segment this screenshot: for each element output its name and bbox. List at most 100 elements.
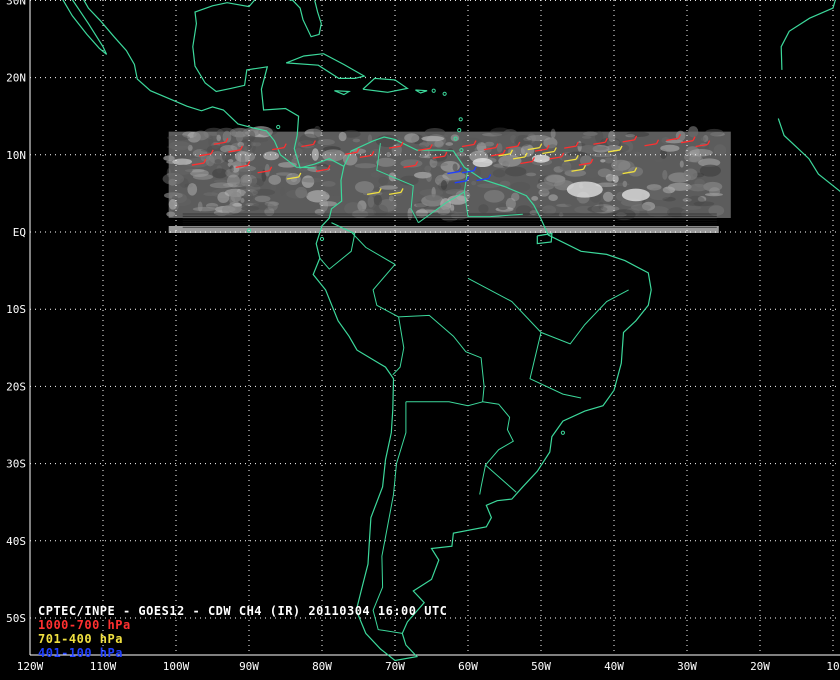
lon-label: 40W: [604, 660, 624, 673]
lon-label: 50W: [531, 660, 551, 673]
lat-lon-grid: [29, 0, 840, 656]
cloud-patch: [683, 163, 697, 168]
cloud-patch: [373, 204, 388, 217]
cloud-patch: [526, 135, 551, 142]
cloud-patch: [662, 169, 668, 180]
cloud-patch: [424, 165, 432, 173]
border-argentina-bolivia: [405, 401, 483, 407]
cloud-patch: [679, 160, 684, 168]
cloud-patch: [313, 125, 322, 138]
cloud-patch: [452, 163, 458, 172]
lon-label: 110W: [90, 660, 117, 673]
cloud-patch: [354, 163, 377, 169]
cloud-patch: [337, 166, 342, 177]
baja-california: [62, 0, 108, 55]
legend-low-level: 1000-700 hPa: [38, 618, 131, 632]
cloud-patch: [625, 133, 636, 138]
border-paraguay-brazil: [482, 401, 517, 493]
cloud-patch: [604, 157, 614, 164]
border-brazil-states-2: [529, 332, 582, 399]
border-brazil-states: [467, 277, 629, 345]
cloud-patch: [163, 155, 175, 162]
cloud-patch: [352, 138, 361, 143]
lon-label: 70W: [385, 660, 405, 673]
cloud-patch: [192, 206, 217, 212]
cloud-patch: [700, 137, 706, 142]
cloud-patch: [373, 194, 383, 206]
cloud-patch: [709, 187, 721, 196]
cloud-patch: [581, 135, 592, 139]
cloud-patch: [248, 130, 256, 142]
cloud-patch: [370, 171, 381, 178]
cloud-patch: [280, 187, 285, 196]
cloud-patch: [681, 205, 702, 210]
legend-high-level: 401-100 hPa: [38, 646, 123, 660]
cloud-patch: [626, 150, 637, 156]
cloud-patch: [683, 168, 698, 181]
cloud-patch: [445, 142, 454, 146]
coastlines-borders: [62, 0, 840, 662]
cloud-patch: [705, 128, 724, 136]
cloud-bright: [472, 158, 493, 168]
cloud-patch: [338, 131, 347, 142]
cloud-patch: [216, 134, 222, 142]
cloud-patch: [608, 182, 630, 187]
cloud-patch: [504, 166, 527, 177]
island: [276, 124, 281, 130]
cloud-patch: [584, 168, 600, 179]
legend-mid-level: 701-400 hPa: [38, 632, 123, 646]
lon-label: 60W: [458, 660, 478, 673]
cloud-patch: [630, 204, 652, 211]
cuba: [285, 53, 366, 79]
cloud-patch: [208, 134, 214, 147]
cloud-patch: [610, 168, 624, 177]
cloud-patch: [536, 181, 555, 191]
cloud-patch: [531, 196, 539, 201]
cloud-patch: [317, 139, 335, 146]
africa-west: [777, 118, 840, 193]
cloud-bright: [566, 181, 603, 198]
cloud-patch: [647, 187, 672, 201]
cloud-patch: [434, 140, 444, 148]
lat-label: EQ: [13, 226, 26, 239]
map-title: CPTEC/INPE - GOES12 - CDW CH4 (IR) 20110…: [38, 604, 448, 618]
cloud-patch: [321, 180, 336, 187]
cloud-patch: [267, 201, 278, 211]
island: [442, 91, 447, 96]
lat-label: 30N: [6, 0, 26, 7]
lat-label: 20N: [6, 72, 26, 85]
cloud-bright: [621, 188, 650, 202]
cloud-patch: [602, 191, 614, 202]
cloud-patch: [583, 131, 598, 137]
lat-label: 10S: [6, 303, 26, 316]
grid-labels: 30N 20N 10N EQ 10S 20S 30S 40S 50S 120W 110W 100W 90…: [6, 0, 840, 673]
cloud-patch: [425, 194, 442, 201]
cloud-patch: [379, 185, 398, 190]
africa-coast: [780, 0, 836, 70]
cloud-patch: [388, 195, 394, 202]
cloud-patch: [667, 182, 692, 191]
cloud-patch: [344, 202, 363, 215]
cloud-patch: [597, 168, 612, 178]
cloud-patch: [708, 205, 725, 216]
cloud-patch: [214, 159, 222, 164]
cloud-patch: [172, 158, 192, 166]
cloud-patch: [498, 155, 522, 167]
cloud-patch: [526, 172, 537, 177]
cloud-patch: [548, 194, 558, 202]
cloud-patch: [440, 180, 448, 191]
cloud-patch: [240, 198, 245, 204]
border-peru-bolivia: [392, 316, 405, 376]
island: [431, 88, 436, 93]
cloud-patch: [236, 182, 258, 187]
cloud-patch: [628, 166, 644, 177]
cloud-patch: [193, 130, 209, 141]
cloud-patch: [471, 181, 477, 186]
cloud-patch: [567, 151, 588, 157]
island: [319, 236, 325, 242]
map-canvas[interactable]: 30N 20N 10N EQ 10S 20S 30S 40S 50S 120W 110W 100W 90…: [0, 0, 840, 680]
cloud-patch: [660, 144, 680, 152]
cloud-patch: [240, 154, 246, 167]
cloud-patch: [559, 165, 572, 171]
cloud-patch: [421, 135, 445, 142]
